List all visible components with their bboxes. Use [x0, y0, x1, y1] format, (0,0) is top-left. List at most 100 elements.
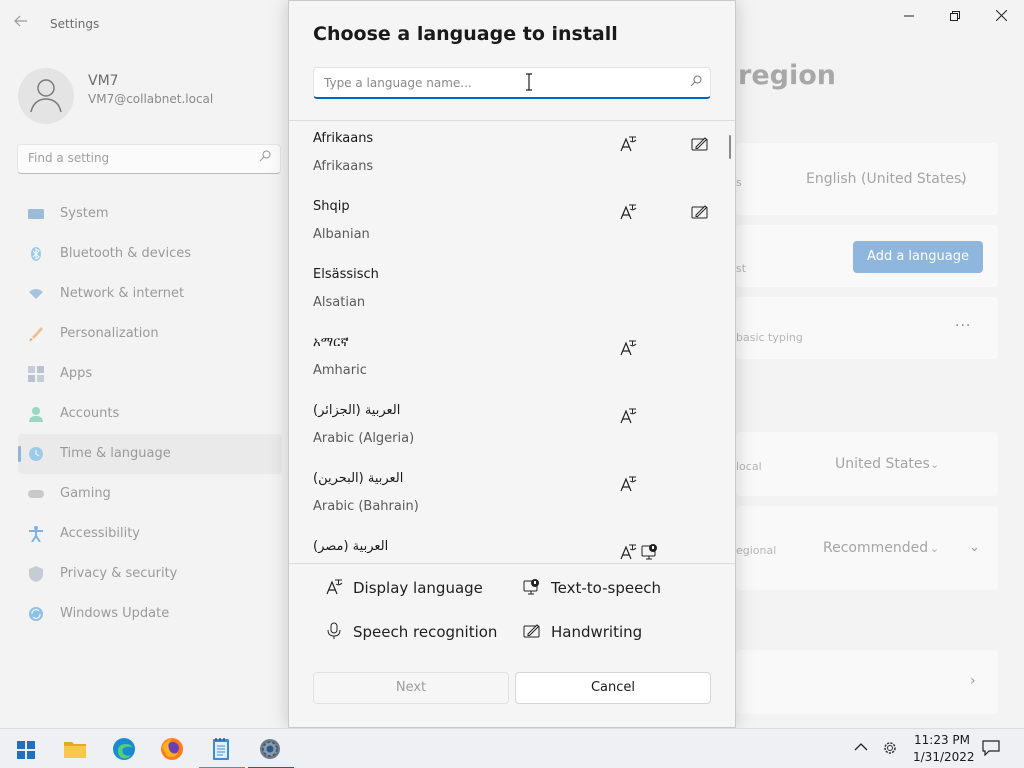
monitor-icon [28, 206, 44, 222]
language-english-name: Alsatian [313, 295, 366, 310]
notepad-icon[interactable] [199, 735, 245, 768]
chevron-down-icon: ⌄ [930, 458, 940, 471]
cancel-button[interactable]: Cancel [515, 672, 711, 704]
show-hidden-icons-chevron-up-icon[interactable] [854, 741, 868, 756]
clock-date[interactable]: 1/31/2022 [913, 750, 975, 764]
related-setting-card[interactable] [736, 650, 998, 714]
sidebar-item-label: Apps [60, 366, 93, 381]
next-button[interactable]: Next [313, 672, 509, 704]
country-region-label: local [736, 460, 762, 473]
language-item-amharic[interactable]: አማርኛ Amharic [289, 325, 735, 393]
feature-legend: Display language Text-to-speech Speech r… [289, 563, 735, 663]
person-icon [28, 406, 44, 422]
country-select[interactable]: United States [835, 456, 930, 472]
sidebar-item-privacy[interactable]: Privacy & security [18, 554, 282, 594]
language-list[interactable]: Afrikaans Afrikaans Shqip Albanian Elsäs… [289, 121, 735, 563]
scrollbar-thumb[interactable] [729, 135, 731, 159]
sidebar-item-windows-update[interactable]: Windows Update [18, 594, 282, 634]
display-language-icon [325, 578, 343, 596]
sidebar-item-accounts[interactable]: Accounts [18, 394, 282, 434]
sidebar-item-time-language[interactable]: Time & language [18, 434, 282, 474]
profile-email: VM7@collabnet.local [88, 92, 214, 106]
regional-format-select[interactable]: Recommended [823, 540, 928, 556]
notification-icon[interactable] [982, 740, 1000, 757]
brush-icon [28, 326, 44, 342]
sidebar-item-personalization[interactable]: Personalization [18, 314, 282, 354]
display-language-icon [619, 203, 637, 221]
dialog-title: Choose a language to install [313, 23, 618, 45]
language-features-text: basic typing [736, 331, 803, 344]
sidebar-item-label: Accounts [60, 406, 120, 421]
accessibility-icon [28, 526, 44, 543]
start-icon[interactable] [12, 735, 42, 763]
expand-chevron-icon[interactable]: ⌄ [969, 540, 980, 555]
settings-icon[interactable] [248, 735, 294, 768]
language-native-name: العربية (البحرين) [313, 471, 404, 486]
text-to-speech-icon [523, 578, 541, 596]
sidebar-item-accessibility[interactable]: Accessibility [18, 514, 282, 554]
language-search-box[interactable] [313, 67, 711, 99]
language-english-name: Arabic (Algeria) [313, 431, 415, 446]
handwriting-icon [691, 135, 709, 153]
globe-clock-icon [28, 446, 44, 462]
sidebar-item-network[interactable]: Network & internet [18, 274, 282, 314]
apps-icon [28, 366, 44, 382]
minimize-button[interactable] [886, 6, 932, 28]
choose-language-dialog: Choose a language to install Afrikaans A… [288, 0, 736, 728]
sidebar-item-apps[interactable]: Apps [18, 354, 282, 394]
language-item-afrikaans[interactable]: Afrikaans Afrikaans [289, 121, 735, 189]
display-language-label: s [736, 176, 742, 189]
update-icon [28, 606, 44, 622]
edge-icon[interactable] [110, 735, 140, 763]
language-search-input[interactable] [324, 74, 664, 92]
sidebar-item-gaming[interactable]: Gaming [18, 474, 282, 514]
language-english-name: Albanian [313, 227, 370, 242]
clock-time[interactable]: 11:23 PM [914, 733, 970, 747]
legend-label: Speech recognition [353, 623, 498, 641]
file-explorer-icon[interactable] [61, 735, 91, 763]
maximize-button[interactable] [932, 6, 978, 28]
language-native-name: Afrikaans [313, 131, 374, 146]
sidebar-item-label: Accessibility [60, 526, 140, 541]
display-language-icon [619, 135, 637, 153]
language-english-name: Afrikaans [313, 159, 374, 174]
controller-icon [28, 486, 44, 502]
language-item-albanian[interactable]: Shqip Albanian [289, 189, 735, 257]
close-button[interactable] [978, 6, 1024, 28]
sidebar-item-system[interactable]: System [18, 194, 282, 234]
profile-name: VM7 [88, 73, 119, 89]
text-to-speech-icon [641, 543, 659, 561]
wifi-icon [28, 286, 44, 302]
more-options-icon[interactable]: ··· [955, 318, 971, 334]
display-language-select[interactable]: English (United States) [806, 171, 967, 187]
find-setting-placeholder: Find a setting [28, 151, 110, 165]
display-language-icon [619, 339, 637, 357]
language-native-name: العربية (الجزائر) [313, 403, 401, 418]
sidebar-item-label: Network & internet [60, 286, 185, 301]
add-language-button[interactable]: Add a language [853, 241, 983, 273]
bluetooth-icon [28, 246, 44, 262]
find-setting-search[interactable]: Find a setting [17, 144, 281, 174]
language-native-name: Elsässisch [313, 267, 379, 282]
search-icon [259, 150, 271, 166]
microphone-icon [325, 622, 343, 640]
display-language-icon [619, 475, 637, 493]
language-item-arabic-algeria[interactable]: العربية (الجزائر) Arabic (Algeria) [289, 393, 735, 461]
chevron-right-icon: › [970, 673, 976, 689]
language-english-name: Amharic [313, 363, 367, 378]
language-native-name: አማርኛ [313, 335, 349, 350]
chevron-down-icon: ⌄ [958, 173, 968, 186]
sidebar-item-label: Windows Update [60, 606, 170, 621]
sidebar-item-label: Personalization [60, 326, 159, 341]
language-item-arabic-bahrain[interactable]: العربية (البحرين) Arabic (Bahrain) [289, 461, 735, 529]
sidebar-item-bluetooth[interactable]: Bluetooth & devices [18, 234, 282, 274]
gear-icon[interactable] [881, 739, 899, 761]
sidebar-item-label: System [60, 206, 109, 221]
person-icon [30, 79, 62, 113]
back-arrow-icon[interactable] [14, 14, 34, 34]
language-item-arabic-egypt[interactable]: العربية (مصر) [289, 529, 735, 563]
language-item-alsatian[interactable]: Elsässisch Alsatian [289, 257, 735, 325]
firefox-icon[interactable] [158, 735, 188, 763]
language-english-name: Arabic (Bahrain) [313, 499, 419, 514]
language-native-name: Shqip [313, 199, 350, 214]
